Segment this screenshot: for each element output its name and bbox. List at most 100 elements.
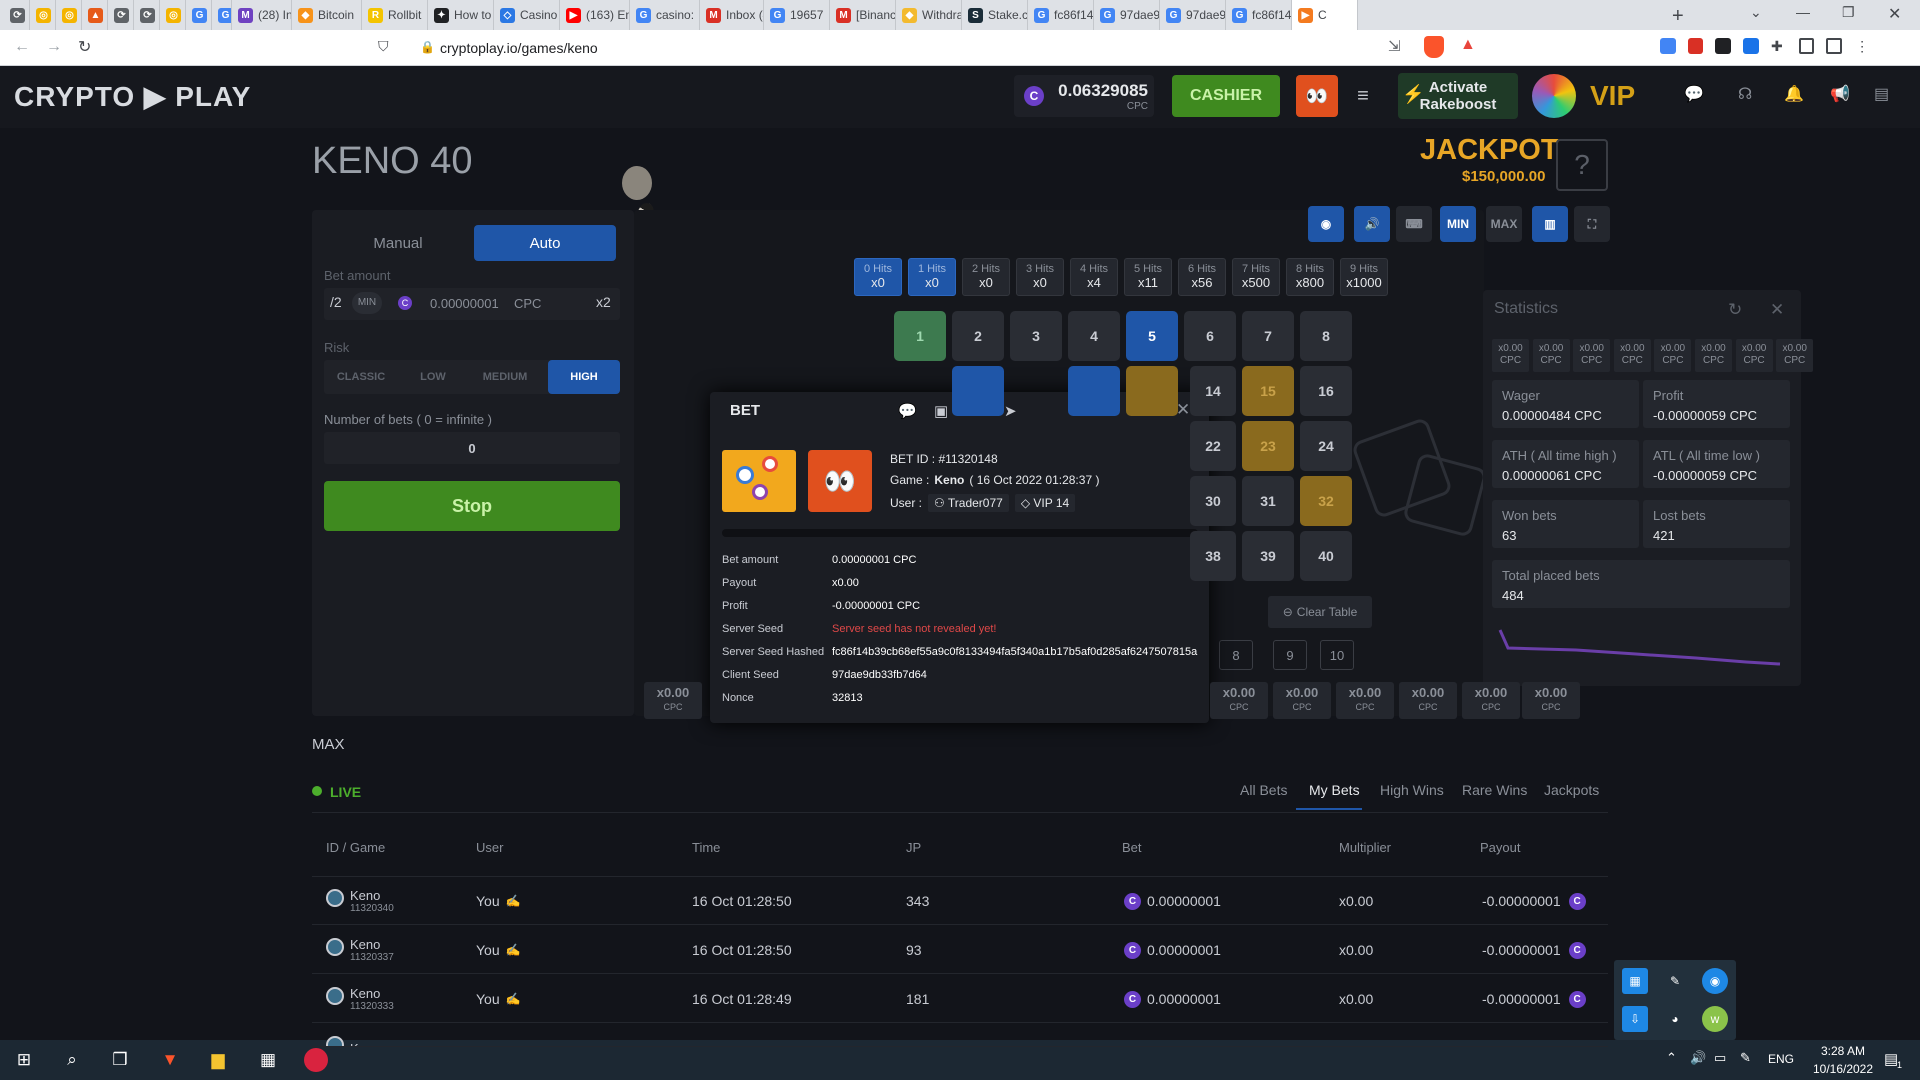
menu-icon[interactable]: ⋮ [1854, 38, 1870, 54]
language-indicator[interactable]: ENG [1768, 1052, 1794, 1066]
document-icon[interactable]: ▤ [1874, 84, 1889, 104]
keno-number[interactable] [952, 366, 1004, 416]
tab-manual[interactable]: Manual [324, 225, 472, 261]
chat-icon[interactable]: 💬 [1684, 84, 1704, 104]
table-row[interactable]: Keno 11320340 You ✍ 16 Oct 01:28:50 343 C 0.000… [312, 877, 1608, 925]
table-row[interactable]: Keno [312, 1024, 1608, 1047]
reload-icon[interactable]: ↻ [78, 37, 91, 57]
chat-share-icon[interactable]: 💬 [898, 402, 917, 420]
tray-app-icon[interactable]: ▦ [1622, 968, 1648, 994]
browser-tab[interactable]: ✦ How to [428, 0, 494, 30]
table-row[interactable]: Keno 11320333 You ✍ 16 Oct 01:28:49 181 C 0.000… [312, 975, 1608, 1023]
cashier-button[interactable]: CASHIER [1172, 75, 1280, 117]
browser-tab[interactable]: ⟳ [134, 0, 160, 30]
telegram-share-icon[interactable]: ➤ [1004, 402, 1017, 420]
refresh-icon[interactable]: ↻ [1728, 300, 1742, 320]
bell-icon[interactable]: 🔔 [1784, 84, 1804, 104]
vip-wheel-icon[interactable] [1532, 74, 1576, 118]
tray-app-icon[interactable]: ◉ [1702, 968, 1728, 994]
tab-high-wins[interactable]: High Wins [1380, 782, 1444, 798]
keno-number[interactable]: 31 [1242, 476, 1294, 526]
risk-classic[interactable]: CLASSIC [326, 360, 396, 394]
browser-tab[interactable]: ▶ C [1292, 0, 1358, 30]
close-statistics-icon[interactable]: ✕ [1770, 300, 1784, 320]
new-tab-button[interactable]: + [1672, 6, 1692, 26]
tab-search-icon[interactable]: ⌄ [1750, 4, 1762, 21]
search-icon[interactable]: ⌕ [54, 1042, 90, 1078]
game-name[interactable]: Keno [350, 1041, 380, 1047]
clock-time[interactable]: 3:28 AM [1808, 1044, 1878, 1058]
user-chip[interactable]: ⚇ Trader077 [928, 494, 1009, 512]
browser-tab[interactable]: ◎ [30, 0, 56, 30]
avatar[interactable]: 👀 [1296, 75, 1338, 117]
tab-jackpots[interactable]: Jackpots [1544, 782, 1599, 798]
sound-icon[interactable]: 🔊 [1354, 206, 1390, 242]
clock-date[interactable]: 10/16/2022 [1804, 1062, 1882, 1076]
keno-number[interactable]: 4 [1068, 311, 1120, 361]
clear-table-button[interactable]: ⊖ Clear Table [1268, 596, 1372, 628]
browser-tab[interactable]: G 19657 [764, 0, 830, 30]
user-name[interactable]: You [476, 942, 500, 958]
double-bet-button[interactable]: x2 [596, 294, 611, 310]
pen-icon[interactable]: ✎ [1740, 1050, 1751, 1066]
extension-icon[interactable] [1660, 38, 1676, 54]
tray-chevron-icon[interactable]: ⌃ [1666, 1050, 1677, 1066]
vip-label[interactable]: VIP [1590, 80, 1635, 112]
logo[interactable]: CRYPTO ▶ PLAY [14, 80, 251, 113]
keno-number[interactable]: 14 [1190, 366, 1236, 416]
balance-box[interactable]: C 0.06329085 CPC [1014, 75, 1154, 117]
tray-app-icon[interactable]: w [1702, 1006, 1728, 1032]
browser-tab[interactable]: G [212, 0, 232, 30]
keno-number[interactable]: 32 [1300, 476, 1352, 526]
tab-auto[interactable]: Auto [474, 225, 616, 261]
forward-icon[interactable]: → [46, 38, 62, 56]
browser-tab[interactable]: ⟳ [4, 0, 30, 30]
browser-tab[interactable]: ◆ Withdra [896, 0, 962, 30]
min-bet-button[interactable]: MIN [352, 292, 382, 314]
bet-id[interactable]: 11320337 [350, 952, 394, 963]
calculator-icon[interactable]: ▦ [250, 1042, 286, 1078]
stats-icon[interactable]: ▥ [1532, 206, 1568, 242]
pick-count[interactable]: 8 [1219, 640, 1253, 670]
browser-tab[interactable]: G 97dae9 [1094, 0, 1160, 30]
browser-tab[interactable]: ◇ Casino [494, 0, 560, 30]
help-button[interactable]: ? [1556, 139, 1608, 191]
browser-tab[interactable]: S Stake.co [962, 0, 1028, 30]
volume-icon[interactable]: 🔊 [1690, 1050, 1706, 1066]
keno-number[interactable]: 7 [1242, 311, 1294, 361]
browser-tab[interactable]: ▲ [82, 0, 108, 30]
browser-tab[interactable]: Gfc86f14 [1226, 0, 1292, 30]
browser-tab[interactable]: R Rollbit [362, 0, 428, 30]
tray-app-icon[interactable]: ⇩ [1622, 1006, 1648, 1032]
half-bet-button[interactable]: /2 [330, 294, 342, 310]
extension-icon[interactable] [1687, 38, 1704, 54]
keno-number[interactable]: 1 [894, 311, 946, 361]
risk-high[interactable]: HIGH [548, 360, 620, 394]
browser-tab[interactable]: Gcasino: [630, 0, 700, 30]
keno-number[interactable]: 8 [1300, 311, 1352, 361]
task-view-icon[interactable]: ❒ [102, 1042, 138, 1078]
tab-all-bets[interactable]: All Bets [1240, 782, 1287, 798]
url-field[interactable]: cryptoplay.io/games/keno [440, 35, 1480, 61]
brave-shield-icon[interactable] [1424, 36, 1444, 58]
bet-amount-input[interactable]: 0.00000001 [430, 296, 499, 311]
keno-number[interactable]: 24 [1300, 421, 1352, 471]
keno-number[interactable]: 23 [1242, 421, 1294, 471]
browser-tab[interactable]: Gfc86f14 [1028, 0, 1094, 30]
pick-count[interactable]: 10 [1320, 640, 1354, 670]
file-explorer-icon[interactable]: ▆ [200, 1042, 236, 1078]
browser-tab[interactable]: ◆ Bitcoin [292, 0, 362, 30]
keno-number[interactable]: 30 [1190, 476, 1236, 526]
game-name[interactable]: Keno [350, 986, 380, 1001]
browser-tab[interactable]: M [Binance [830, 0, 896, 30]
keno-number[interactable]: 40 [1300, 531, 1352, 581]
extension-icon[interactable] [1743, 38, 1759, 54]
keno-number[interactable]: 6 [1184, 311, 1236, 361]
max-button[interactable]: MAX [1486, 206, 1522, 242]
browser-tab[interactable]: ▶ (163) En [560, 0, 630, 30]
browser-tab[interactable]: ◎ [56, 0, 82, 30]
tab-rare-wins[interactable]: Rare Wins [1462, 782, 1527, 798]
close-window-icon[interactable]: ✕ [1888, 4, 1901, 24]
puzzle-icon[interactable]: ✚ [1771, 38, 1787, 54]
user-name[interactable]: You [476, 893, 500, 909]
